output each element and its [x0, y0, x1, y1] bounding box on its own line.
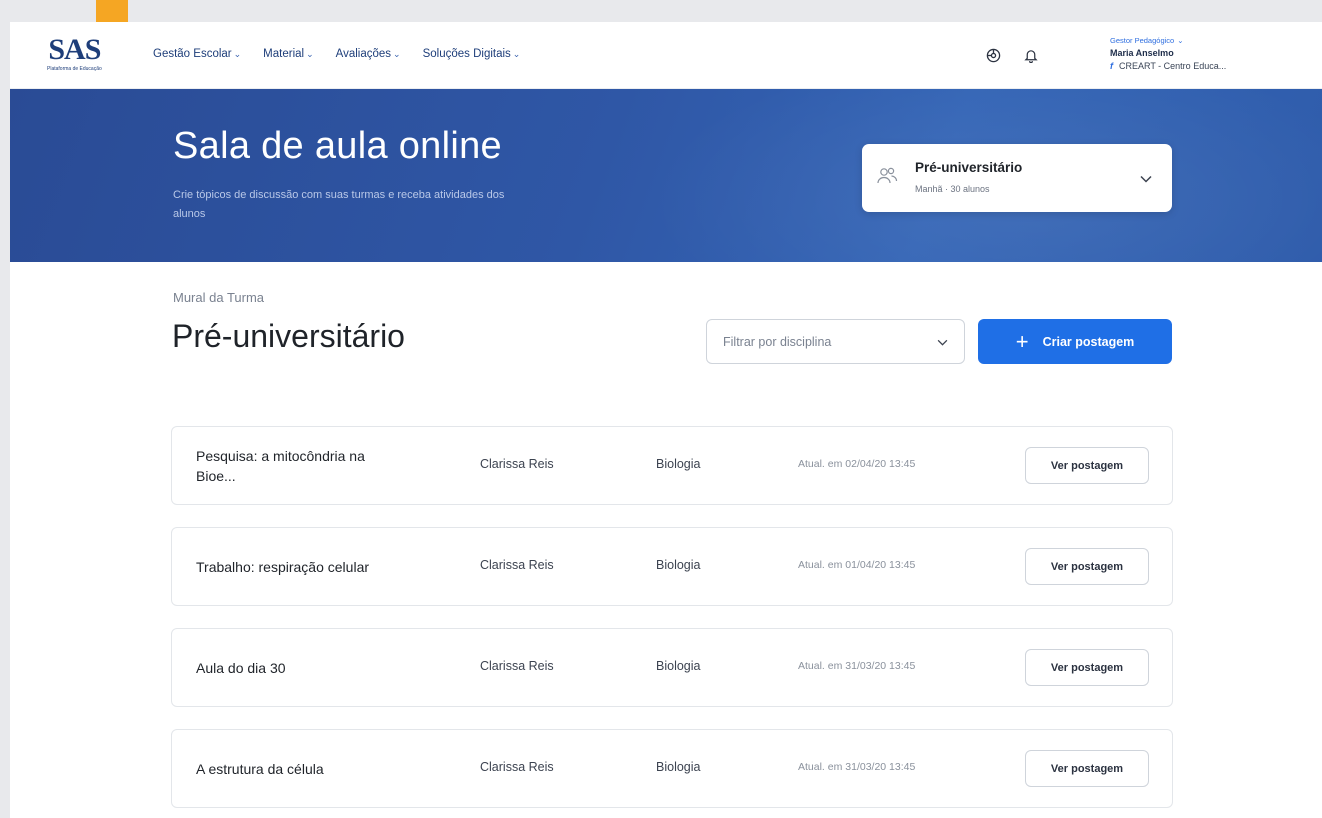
user-name: Maria Anselmo	[1110, 48, 1174, 58]
subject-filter-select[interactable]: Filtrar por disciplina	[706, 319, 965, 364]
hero-banner: Sala de aula online Crie tópicos de disc…	[10, 89, 1322, 262]
menu-label: Gestão Escolar	[153, 48, 232, 60]
hero-title: Sala de aula online	[173, 125, 502, 167]
post-subject: Biologia	[656, 760, 701, 774]
post-row: A estrutura da célula Clarissa Reis Biol…	[171, 729, 1173, 808]
user-role: Gestor Pedagógico ⌄	[1110, 34, 1226, 47]
people-icon	[876, 166, 898, 191]
chevron-down-icon: ⌄	[512, 48, 521, 59]
top-navbar: SAS Plataforma de Educação Gestão Escola…	[10, 22, 1322, 89]
school-icon: f	[1110, 61, 1113, 71]
sas-logo[interactable]: SAS Plataforma de Educação	[47, 33, 102, 73]
chevron-down-icon	[937, 335, 948, 349]
bell-icon[interactable]	[1022, 46, 1040, 64]
browser-tab-marker	[96, 0, 128, 22]
post-title: Pesquisa: a mitocôndria na Bioe...	[196, 447, 365, 484]
post-title: A estrutura da célula	[196, 760, 324, 777]
view-post-button[interactable]: Ver postagem	[1025, 649, 1149, 686]
view-post-button[interactable]: Ver postagem	[1025, 447, 1149, 484]
post-subject: Biologia	[656, 659, 701, 673]
post-author: Clarissa Reis	[480, 760, 554, 774]
create-post-label: Criar postagem	[1042, 334, 1135, 349]
post-author: Clarissa Reis	[480, 558, 554, 572]
user-menu[interactable]: Gestor Pedagógico ⌄ Maria Anselmo f CREA…	[1110, 34, 1226, 73]
menu-material[interactable]: Material ⌄	[263, 48, 313, 60]
post-subject: Biologia	[656, 457, 701, 471]
post-row: Pesquisa: a mitocôndria na Bioe... Clari…	[171, 426, 1173, 505]
class-selector-title: Pré-universitário	[915, 160, 1023, 175]
post-updated: Atual. em 01/04/20 13:45	[798, 559, 916, 571]
hero-subtitle: Crie tópicos de discussão com suas turma…	[173, 189, 505, 220]
main-menu: Gestão Escolar ⌄ Material ⌄ Avaliações ⌄…	[153, 48, 520, 60]
filter-placeholder: Filtrar por disciplina	[723, 334, 832, 349]
class-selector-subtitle: Manhã · 30 alunos	[915, 184, 990, 194]
menu-label: Material	[263, 48, 305, 60]
section-label: Mural da Turma	[173, 290, 265, 305]
logo-text: SAS	[48, 33, 101, 66]
chevron-down-icon: ⌄	[306, 48, 314, 59]
post-author: Clarissa Reis	[480, 659, 554, 673]
post-title: Trabalho: respiração celular	[196, 558, 370, 575]
menu-avaliacoes[interactable]: Avaliações ⌄	[336, 48, 401, 60]
post-subject: Biologia	[656, 558, 701, 572]
header-icons	[984, 46, 1040, 64]
view-post-button[interactable]: Ver postagem	[1025, 750, 1149, 787]
chevron-down-icon: ⌄	[393, 48, 401, 59]
post-updated: Atual. em 02/04/20 13:45	[798, 458, 916, 470]
post-author: Clarissa Reis	[480, 457, 554, 471]
post-updated: Atual. em 31/03/20 13:45	[798, 761, 916, 773]
chevron-down-icon	[1140, 170, 1152, 188]
post-row: Aula do dia 30 Clarissa Reis Biologia At…	[171, 628, 1173, 707]
apps-icon[interactable]	[984, 46, 1002, 64]
page-title: Pré-universitário	[172, 318, 405, 354]
post-row: Trabalho: respiração celular Clarissa Re…	[171, 527, 1173, 606]
class-selector[interactable]: Pré-universitário Manhã · 30 alunos	[862, 144, 1172, 212]
user-school: f CREART - Centro Educa...	[1110, 60, 1226, 73]
plus-icon: +	[1015, 328, 1029, 354]
post-updated: Atual. em 31/03/20 13:45	[798, 660, 916, 672]
menu-label: Avaliações	[335, 48, 392, 60]
view-post-button[interactable]: Ver postagem	[1025, 548, 1149, 585]
posts-list: Pesquisa: a mitocôndria na Bioe... Clari…	[171, 426, 1173, 818]
school-name: CREART - Centro Educa...	[1119, 61, 1227, 71]
menu-solucoes-digitais[interactable]: Soluções Digitais ⌄	[423, 48, 521, 60]
menu-gestao-escolar[interactable]: Gestão Escolar ⌄	[153, 48, 241, 60]
user-role-label: Gestor Pedagógico	[1110, 36, 1175, 45]
chevron-down-icon: ⌄	[1177, 36, 1184, 45]
chevron-down-icon: ⌄	[233, 48, 242, 59]
menu-label: Soluções Digitais	[422, 48, 511, 60]
create-post-button[interactable]: + Criar postagem	[978, 319, 1172, 364]
post-title: Aula do dia 30	[196, 659, 286, 676]
app-window: SAS Plataforma de Educação Gestão Escola…	[10, 22, 1322, 818]
logo-subtitle: Plataforma de Educação	[47, 66, 102, 72]
